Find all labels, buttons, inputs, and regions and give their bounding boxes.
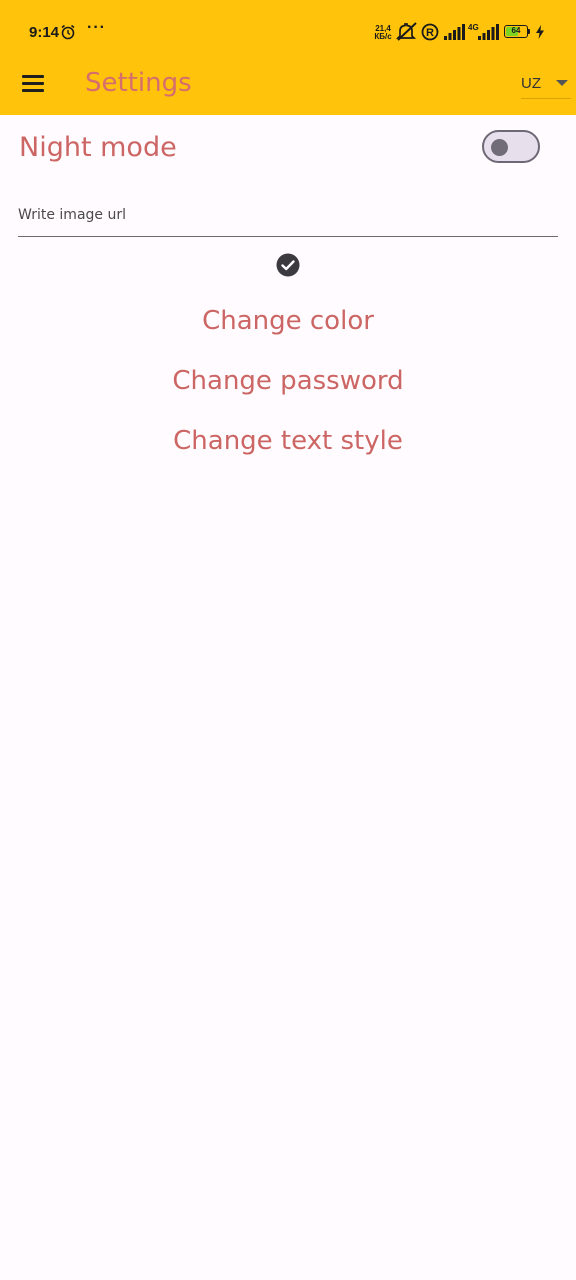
menu-button[interactable]: [14, 65, 52, 103]
language-selected-value: UZ: [521, 75, 541, 92]
status-time: 9:14: [29, 24, 60, 41]
signal-4g-icon: 4G: [468, 23, 499, 40]
night-mode-row: Night mode: [0, 115, 576, 185]
silent-icon: [396, 22, 417, 41]
change-text-style-button[interactable]: Change text style: [0, 426, 576, 456]
check-circle-icon[interactable]: [276, 253, 300, 277]
alarm-icon: [61, 24, 75, 40]
image-url-input[interactable]: [18, 197, 558, 233]
app-bar: Settings UZ: [0, 56, 576, 115]
change-color-button[interactable]: Change color: [0, 306, 576, 336]
network-speed: 21,4 КБ/с: [372, 25, 394, 41]
status-bar: 9:14 ··· 21,4 КБ/с R 4G 64: [0, 0, 576, 56]
charging-icon: [536, 25, 544, 39]
switch-thumb: [491, 139, 508, 156]
more-icon: ···: [87, 19, 106, 36]
image-url-underline: [18, 236, 558, 237]
language-dropdown[interactable]: UZ: [512, 70, 572, 100]
dropdown-arrow-icon: [556, 80, 568, 86]
battery-icon: 64: [504, 25, 528, 38]
network-speed-unit: КБ/с: [374, 32, 392, 41]
page-title: Settings: [85, 68, 192, 98]
battery-level-text: 64: [511, 26, 521, 35]
battery-cap: [528, 29, 530, 34]
signal-icon: [444, 24, 465, 40]
image-url-field[interactable]: [18, 197, 558, 238]
dropdown-underline: [521, 98, 571, 99]
network-type-text: 4G: [468, 23, 479, 32]
night-mode-label: Night mode: [19, 132, 177, 163]
change-password-button[interactable]: Change password: [0, 366, 576, 396]
roaming-icon: R: [421, 23, 439, 41]
roaming-badge-text: R: [426, 27, 434, 39]
night-mode-switch[interactable]: [482, 130, 540, 163]
